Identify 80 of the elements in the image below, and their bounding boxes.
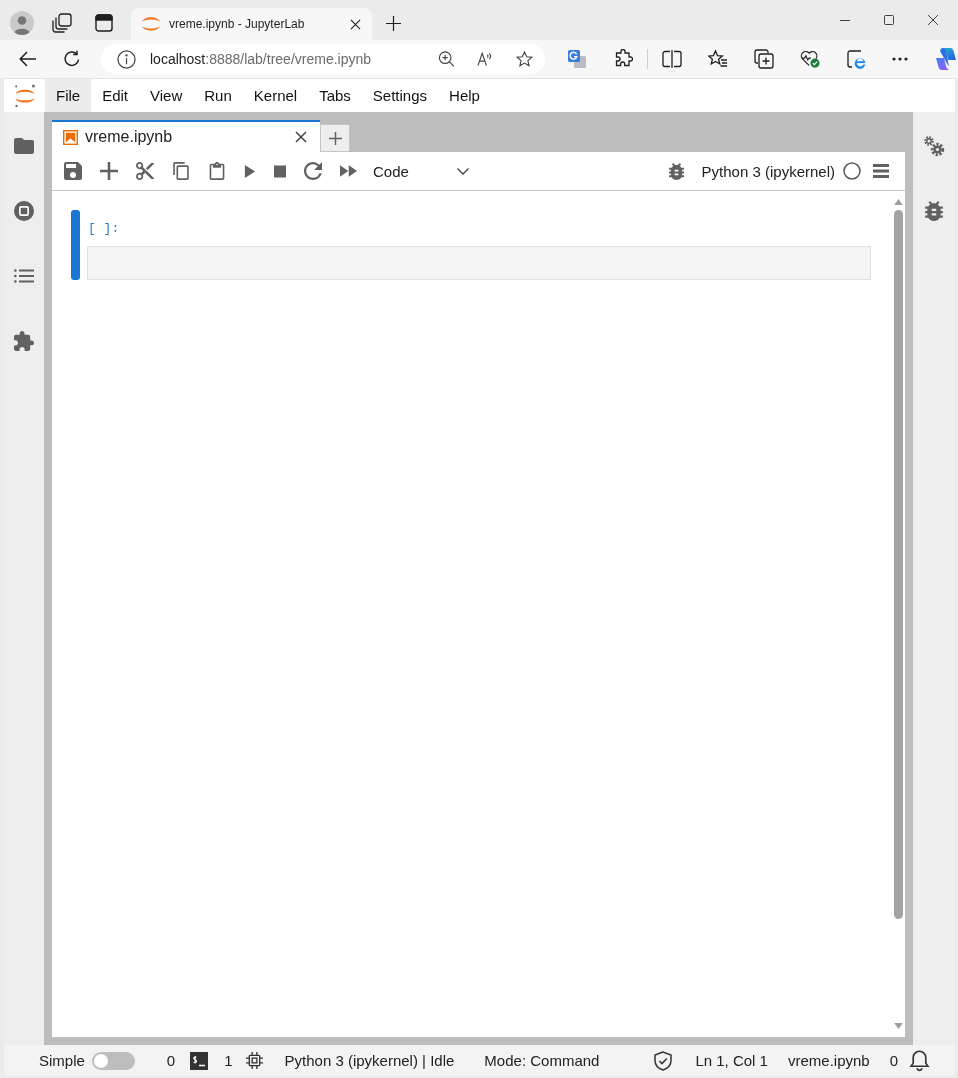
zoom-in-icon[interactable] [438, 51, 455, 67]
scroll-down-icon[interactable] [893, 1023, 903, 1029]
read-aloud-icon[interactable] [477, 51, 494, 67]
maximize-icon [884, 15, 894, 25]
more-icon[interactable] [892, 57, 908, 61]
menu-item[interactable]: Kernel [242, 79, 309, 112]
cell-type-dropdown[interactable]: Code [373, 157, 471, 185]
terminal-count[interactable]: 0 [166, 1052, 176, 1069]
window-icon[interactable] [95, 14, 113, 32]
close-icon[interactable] [295, 131, 307, 143]
new-tab-icon[interactable] [386, 15, 401, 31]
menu-item[interactable]: Run [193, 79, 243, 112]
file-name: vreme.ipynb [787, 1052, 870, 1069]
copy-icon[interactable] [172, 162, 190, 180]
gears-icon[interactable] [923, 135, 945, 157]
notebook-tab[interactable]: vreme.ipynb [52, 120, 320, 152]
menu-item[interactable]: File [45, 79, 92, 112]
favorites-icon[interactable] [708, 49, 728, 69]
tab-label: vreme.ipynb [85, 128, 174, 146]
ie-mode-icon[interactable] [846, 49, 866, 69]
jupyter-logo-icon [142, 17, 160, 31]
browser-tab[interactable]: vreme.ipynb - JupyterLab [131, 8, 372, 40]
cursor-position[interactable]: Ln 1, Col 1 [695, 1052, 768, 1069]
menu-icon[interactable] [873, 164, 889, 178]
restart-icon[interactable] [304, 162, 322, 180]
kernel-status[interactable]: Python 3 (ipykernel) | Idle [284, 1052, 455, 1069]
stop-circle-icon[interactable] [14, 201, 34, 221]
notebook-icon [63, 129, 78, 145]
collections-icon[interactable] [754, 49, 774, 69]
refresh-icon[interactable] [63, 50, 81, 68]
scissors-icon[interactable] [136, 162, 154, 180]
list-icon[interactable] [14, 266, 34, 286]
translate-icon[interactable] [567, 49, 587, 69]
close-icon [928, 15, 938, 25]
save-icon[interactable] [64, 162, 82, 180]
chip-icon[interactable] [245, 1052, 263, 1069]
shield-check-icon[interactable] [654, 1050, 673, 1071]
address-bar[interactable]: localhost:8888/lab/tree/vreme.ipynb [101, 44, 545, 74]
back-arrow-icon[interactable] [19, 51, 37, 67]
menu-item[interactable]: Settings [361, 79, 439, 112]
folder-icon[interactable] [14, 136, 34, 156]
scroll-up-icon[interactable] [893, 199, 903, 205]
stacked-squares-icon[interactable] [52, 13, 72, 33]
heart-check-icon[interactable] [800, 49, 820, 69]
minimize-icon [840, 19, 850, 21]
chevron-down-icon [457, 167, 469, 175]
terminal-icon[interactable] [190, 1051, 209, 1070]
add-tab-button[interactable] [320, 124, 350, 152]
jupyter-logo-icon[interactable] [12, 82, 37, 109]
notification-count[interactable]: 0 [889, 1052, 898, 1069]
clipboard-icon[interactable] [208, 162, 226, 180]
stop-icon[interactable] [274, 164, 286, 178]
menu-item[interactable]: Edit [91, 79, 140, 112]
url-text[interactable]: localhost:8888/lab/tree/vreme.ipynb [150, 51, 416, 67]
menu-item[interactable]: View [139, 79, 194, 112]
copilot-icon[interactable] [934, 47, 958, 71]
kernel-name-button[interactable]: Python 3 (ipykernel) [701, 162, 835, 180]
bug-icon[interactable] [668, 162, 684, 180]
code-input-field[interactable] [87, 246, 871, 280]
scrollbar-thumb[interactable] [893, 210, 903, 919]
info-icon[interactable] [117, 49, 136, 69]
tab-title: vreme.ipynb - JupyterLab [169, 17, 306, 31]
bell-icon[interactable] [909, 1049, 930, 1072]
star-icon[interactable] [516, 51, 533, 67]
kernel-count[interactable]: 1 [224, 1052, 233, 1069]
menu-item[interactable]: Help [438, 79, 491, 112]
cell-prompt: [ ]: [88, 220, 120, 236]
plus-icon [328, 131, 342, 145]
menu-item[interactable]: Tabs [308, 79, 362, 112]
mode-indicator: Mode: Command [484, 1052, 600, 1069]
plus-icon[interactable] [100, 162, 118, 180]
run-icon[interactable] [244, 164, 256, 178]
profile-avatar-icon[interactable] [10, 11, 34, 35]
simple-mode-label: Simple [39, 1052, 85, 1069]
puzzle-icon[interactable] [613, 49, 633, 69]
fast-forward-icon[interactable] [340, 165, 357, 177]
bug-icon[interactable] [924, 201, 944, 221]
close-icon[interactable] [350, 18, 361, 30]
split-screen-icon[interactable] [662, 49, 682, 69]
simple-mode-toggle[interactable] [91, 1051, 135, 1070]
